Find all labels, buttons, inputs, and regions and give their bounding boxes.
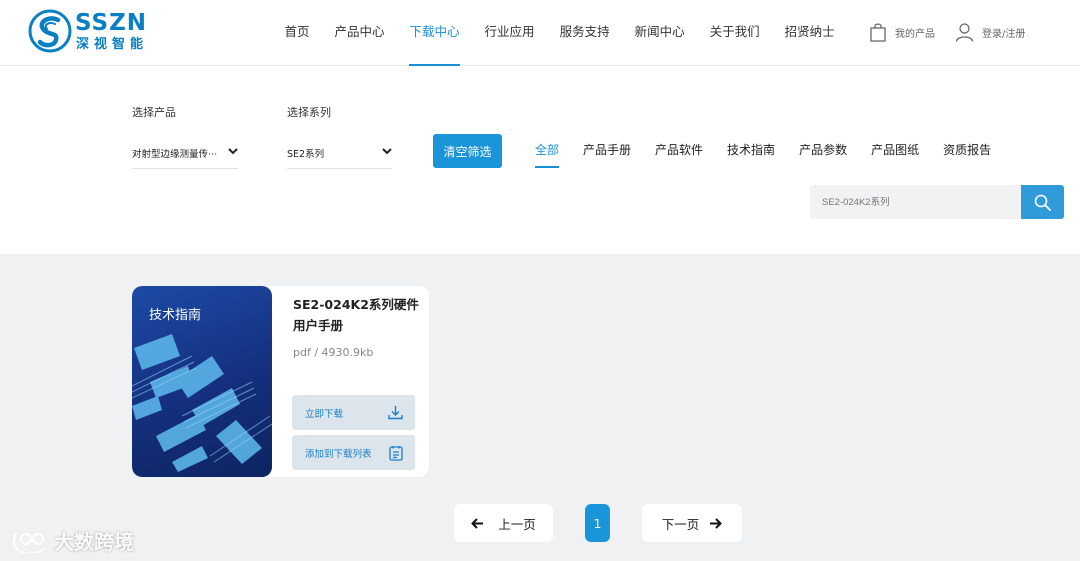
prev-page-button[interactable]: 上一页 (454, 504, 553, 542)
series-select-value: SE2系列 (287, 148, 325, 160)
nav-item-downloads[interactable]: 下载中心 (397, 0, 472, 66)
logo[interactable]: SSZN 深视智能 (28, 9, 158, 55)
download-now-label: 立即下载 (305, 408, 344, 420)
nav-item-industry[interactable]: 行业应用 (472, 0, 547, 66)
tab-qualification-reports[interactable]: 资质报告 (943, 141, 991, 168)
my-products-label: 我的产品 (895, 28, 935, 40)
tab-all[interactable]: 全部 (535, 141, 560, 168)
main-nav: 首页 产品中心 下载中心 行业应用 服务支持 新闻中心 关于我们 招贤纳士 (272, 0, 847, 66)
add-to-list-label: 添加到下载列表 (305, 448, 372, 460)
product-select-value: 对射型边缘测量传⋯ (132, 148, 218, 160)
category-tabs: 全部 产品手册 产品软件 技术指南 产品参数 产品图纸 资质报告 (535, 141, 1015, 168)
chevron-down-icon (382, 147, 392, 158)
tab-technical-guide[interactable]: 技术指南 (727, 141, 775, 168)
watermark: 大数跨境 (12, 526, 134, 555)
watermark-text: 大数跨境 (54, 530, 134, 554)
logo-text-cn: 深视智能 (76, 37, 149, 52)
nav-item-about[interactable]: 关于我们 (697, 0, 772, 66)
site-header: SSZN 深视智能 首页 产品中心 下载中心 行业应用 服务支持 新闻中心 关于… (0, 0, 1080, 66)
download-now-button[interactable]: 立即下载 (292, 395, 415, 430)
card-title[interactable]: SE2-024K2系列硬件用户手册 (293, 294, 421, 336)
arrow-right-icon (710, 517, 723, 529)
next-page-button[interactable]: 下一页 (642, 504, 742, 542)
nav-item-careers[interactable]: 招贤纳士 (772, 0, 847, 66)
login-register-label: 登录/注册 (982, 28, 1026, 40)
results-area: 技术指南 SE2-024K2系列硬件用户手册 pdf / 4930.9kb 立即… (0, 254, 1080, 561)
tab-product-manual[interactable]: 产品手册 (583, 141, 631, 168)
prev-page-label: 上一页 (498, 516, 536, 532)
result-card: 技术指南 SE2-024K2系列硬件用户手册 pdf / 4930.9kb 立即… (132, 286, 429, 477)
clear-filter-button[interactable]: 清空筛选 (433, 134, 502, 168)
product-select[interactable]: 对射型边缘测量传⋯ (132, 137, 238, 169)
nav-item-news[interactable]: 新闻中心 (622, 0, 697, 66)
login-register-link[interactable]: 登录/注册 (955, 21, 1025, 43)
arrow-left-icon (471, 517, 484, 529)
shopping-bag-icon (870, 23, 886, 42)
filter-panel: 选择产品 对射型边缘测量传⋯ 选择系列 SE2系列 清空筛选 全部 产品手册 产… (0, 67, 1080, 254)
chevron-down-icon (228, 147, 238, 158)
logo-text-en: SSZN (75, 10, 148, 36)
tab-product-drawings[interactable]: 产品图纸 (871, 141, 919, 168)
watermark-logo-icon (12, 532, 45, 553)
page-number-current[interactable]: 1 (585, 504, 610, 542)
my-products-link[interactable]: 我的产品 (869, 21, 935, 43)
series-select-label: 选择系列 (287, 106, 331, 119)
nav-item-service[interactable]: 服务支持 (547, 0, 622, 66)
tab-product-params[interactable]: 产品参数 (799, 141, 847, 168)
card-cover-image[interactable]: 技术指南 (132, 286, 272, 477)
search-icon (1034, 194, 1051, 211)
search-button[interactable] (1021, 185, 1064, 219)
logo-mark-icon (28, 9, 72, 53)
add-to-download-list-button[interactable]: 添加到下载列表 (292, 435, 415, 470)
card-category-label: 技术指南 (149, 308, 202, 323)
user-icon (955, 23, 974, 42)
product-select-label: 选择产品 (132, 106, 176, 119)
tab-product-software[interactable]: 产品软件 (655, 141, 703, 168)
card-file-meta: pdf / 4930.9kb (293, 346, 374, 359)
search-box (810, 185, 1064, 219)
series-select[interactable]: SE2系列 (287, 137, 392, 169)
nav-item-products[interactable]: 产品中心 (322, 0, 397, 66)
list-icon (389, 445, 403, 461)
download-icon (388, 406, 403, 420)
search-input[interactable] (810, 185, 1021, 219)
nav-item-home[interactable]: 首页 (272, 0, 322, 66)
next-page-label: 下一页 (661, 516, 700, 532)
